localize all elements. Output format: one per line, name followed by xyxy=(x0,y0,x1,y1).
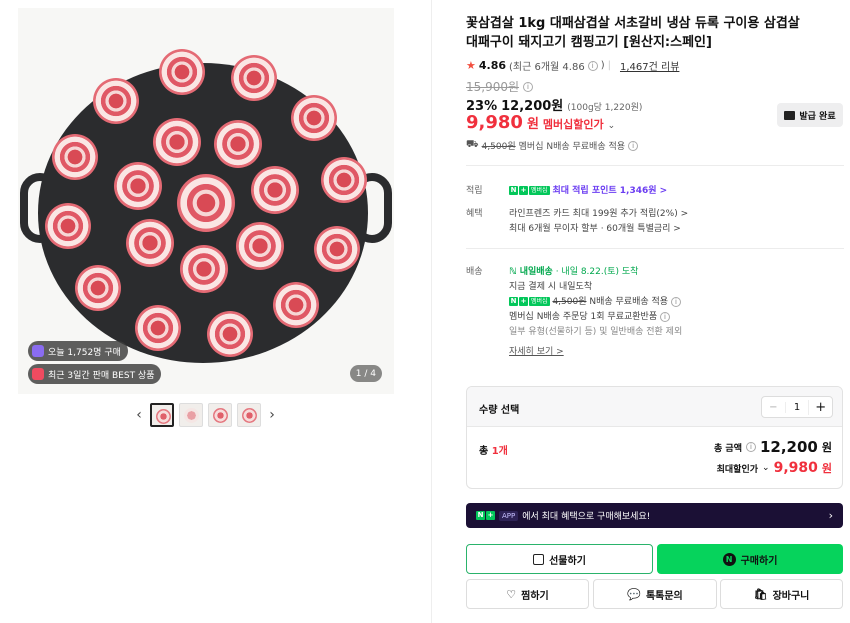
buy-button[interactable]: N 구매하기 xyxy=(657,544,843,574)
bag-icon xyxy=(32,345,44,357)
heart-icon: ♡ xyxy=(506,587,517,601)
gift-button[interactable]: 선물하기 xyxy=(466,544,653,574)
npay-plus-icon: N + 멤버십 xyxy=(509,297,550,306)
thumbnail-strip: ‹ › xyxy=(133,403,278,427)
member-price-label: 멤버십할인가 xyxy=(542,118,604,131)
quantity-stepper[interactable]: − 1 + xyxy=(761,396,833,418)
npay-plus-icon: N + xyxy=(476,511,495,520)
wishlist-button[interactable]: ♡ 찜하기 xyxy=(466,579,589,609)
meat-slice xyxy=(159,48,206,95)
meat-slice xyxy=(214,119,263,168)
divider xyxy=(466,165,844,166)
meat-slice xyxy=(93,77,140,124)
member-price: 9,980 xyxy=(466,112,523,133)
quantity-panel: 수량 선택 − 1 + 총 1개 총 금액 i 12,200 원 최대할인가 ⌄ … xyxy=(466,386,843,489)
product-main-image[interactable]: 오늘 1,752명 구매 최근 3일간 판매 BEST 상품 1 / 4 xyxy=(18,8,394,394)
original-price-row: 15,900원 i xyxy=(466,78,534,95)
meat-slice xyxy=(177,174,235,232)
meat-slice xyxy=(235,221,284,270)
quantity-value[interactable]: 1 xyxy=(786,402,809,413)
meat-slice xyxy=(250,165,299,214)
cart-icon: 🛍 xyxy=(753,587,768,601)
info-icon[interactable]: i xyxy=(628,140,639,151)
meat-slice xyxy=(126,219,175,268)
chevron-down-icon: ⌄ xyxy=(762,463,770,473)
product-title: 꽃삼겹살 1kg 대패삼겹살 서초갈비 냉삼 듀록 구이용 삼겹살 대패구이 돼… xyxy=(466,16,800,50)
truck-icon: ⛟ xyxy=(466,139,479,150)
talk-inquiry-button[interactable]: 💬 톡톡문의 xyxy=(593,579,717,609)
meat-slice xyxy=(134,304,181,351)
image-counter: 1 / 4 xyxy=(349,365,382,382)
column-divider xyxy=(431,0,432,623)
info-icon[interactable]: i xyxy=(745,442,756,452)
gift-icon xyxy=(533,553,545,565)
more-details-link[interactable]: 자세히 보기 > xyxy=(509,344,564,357)
thumbnail[interactable] xyxy=(179,403,203,427)
divider xyxy=(466,248,844,249)
app-promo-banner[interactable]: N + APP 에서 최대 혜택으로 구매해보세요! › xyxy=(466,503,843,528)
meat-slice xyxy=(51,134,98,181)
max-discount-price[interactable]: 최대할인가 ⌄ 9,980 원 xyxy=(717,460,832,476)
decrease-button[interactable]: − xyxy=(762,401,786,413)
thumbnail[interactable] xyxy=(208,403,232,427)
info-icon[interactable]: i xyxy=(587,60,598,71)
thumbnail[interactable] xyxy=(150,403,174,427)
installment-benefit-link[interactable]: 최대 6개월 무이자 할부 · 60개월 특별금리 > xyxy=(509,221,681,234)
best-seller-badge: 최근 3일간 판매 BEST 상품 xyxy=(28,364,162,384)
chevron-left-icon[interactable]: ‹ xyxy=(133,407,145,423)
increase-button[interactable]: + xyxy=(808,399,832,415)
coupon-button[interactable]: 발급 완료 xyxy=(777,103,843,127)
thumbnail[interactable] xyxy=(237,403,261,427)
meat-slice xyxy=(314,225,361,272)
meat-slice xyxy=(45,202,92,249)
info-icon[interactable]: i xyxy=(523,81,534,92)
today-purchase-badge: 오늘 1,752명 구매 xyxy=(28,341,128,361)
meat-slice xyxy=(206,311,253,358)
info-icon[interactable]: i xyxy=(670,297,681,307)
card-benefit-link[interactable]: 라인프렌즈 카드 최대 199원 추가 적립(2%) > xyxy=(509,206,688,219)
chevron-down-icon: ⌄ xyxy=(607,121,616,131)
coupon-icon xyxy=(784,110,796,120)
member-price-row[interactable]: 9,980 원 멤버십할인가 ⌄ xyxy=(466,112,615,133)
review-link[interactable]: 1,467건 리뷰 xyxy=(620,58,679,73)
meat-slice xyxy=(272,282,319,329)
tomorrow-delivery-badge: ℕ 내일배송 xyxy=(509,267,553,277)
naver-pay-icon: N xyxy=(722,552,736,566)
chevron-right-icon[interactable]: › xyxy=(266,407,278,423)
chat-icon: 💬 xyxy=(627,587,641,601)
quantity-title: 수량 선택 xyxy=(479,405,520,416)
rating-row: ★ 4.86 (최근 6개월 4.86 i) | 1,467건 리뷰 xyxy=(466,58,680,73)
cart-button[interactable]: 🛍 장바구니 xyxy=(720,579,843,609)
shipping-note: ⛟ 4,500원 멤버십 N배송 무료배송 적용 i xyxy=(466,139,639,152)
chevron-right-icon: › xyxy=(828,509,833,522)
trophy-icon xyxy=(32,368,44,380)
npay-plus-icon: N + 멤버십 xyxy=(509,186,550,195)
original-price: 15,900원 xyxy=(466,80,520,94)
total-amount: 총 금액 i 12,200 원 xyxy=(714,438,832,456)
info-icon[interactable]: i xyxy=(659,312,670,322)
meat-slice xyxy=(290,94,337,141)
n-delivery-icon: ℕ xyxy=(509,267,517,277)
total-count: 총 1개 xyxy=(479,446,508,457)
star-icon: ★ xyxy=(466,59,476,72)
